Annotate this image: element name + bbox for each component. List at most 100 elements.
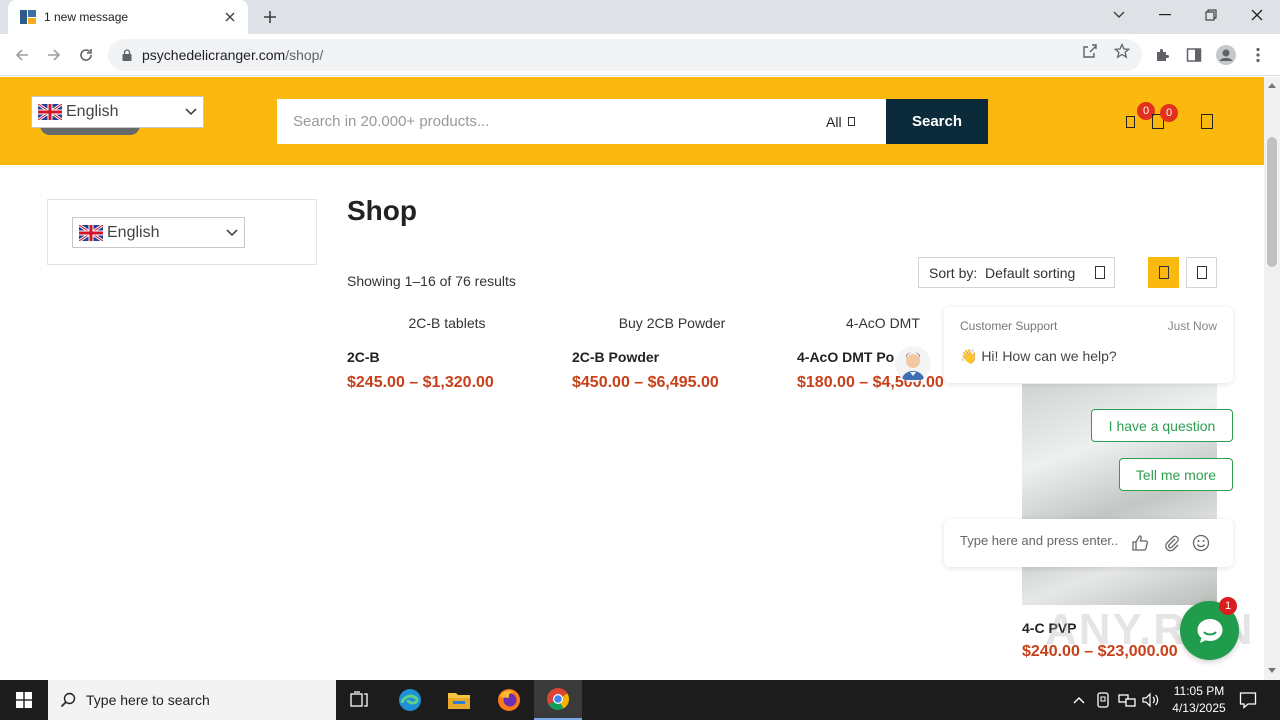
edge-browser-icon[interactable] <box>386 680 434 720</box>
product-name[interactable]: 2C-B Powder <box>572 349 772 365</box>
product-price: $180.00 – $4,500.00 <box>797 374 944 391</box>
chat-message-input[interactable] <box>960 533 1120 548</box>
chrome-menu-icon[interactable] <box>1246 43 1270 67</box>
browser-tab-strip: 1 new message <box>0 0 1280 34</box>
clock-date: 4/13/2025 <box>1172 701 1226 715</box>
chevron-down-icon <box>226 227 238 239</box>
back-arrow-icon[interactable] <box>10 43 34 67</box>
profile-avatar-icon[interactable] <box>1214 43 1238 67</box>
category-select[interactable]: All <box>826 99 886 144</box>
chat-agent-name: Customer Support <box>960 319 1058 333</box>
dropdown-arrow-icon <box>847 117 855 126</box>
address-bar[interactable]: psychedelicranger.com/shop/ <box>108 39 1142 71</box>
taskbar-clock[interactable]: 11:05 PM 4/13/2025 <box>1160 683 1238 717</box>
sidebar-widget: English <box>47 199 317 265</box>
search-button[interactable]: Search <box>886 99 988 144</box>
product-image[interactable]: 4-AcO DMT <box>797 315 967 331</box>
search-icon <box>60 692 76 708</box>
sidebar-language-label: English <box>107 223 160 241</box>
product-search-input[interactable] <box>277 99 826 144</box>
header-language-label: English <box>66 103 119 120</box>
product-card[interactable]: 4-AcO DMT 4-AcO DMT Po $180.00 – $4,500.… <box>797 315 967 392</box>
chat-bubble-icon <box>1197 618 1222 643</box>
scroll-up-arrow-icon[interactable] <box>1268 83 1276 88</box>
uk-flag-icon <box>38 104 62 120</box>
thumbs-up-icon[interactable] <box>1130 533 1150 553</box>
browser-tab-active[interactable]: 1 new message <box>8 0 248 34</box>
result-count: Showing 1–16 of 76 results <box>347 273 516 289</box>
chat-unread-badge: 1 <box>1219 597 1237 615</box>
new-tab-plus-icon[interactable] <box>258 6 282 28</box>
wishlist-heart-icon[interactable] <box>1126 116 1135 128</box>
chat-message-card: Customer Support Just Now 👋 Hi! How can … <box>944 307 1233 383</box>
notifications-icon[interactable] <box>1238 690 1258 710</box>
tab-search-chevron-icon[interactable] <box>1096 0 1142 30</box>
minimize-icon[interactable] <box>1142 0 1188 30</box>
product-search-form: All Search <box>277 99 988 144</box>
sort-label: Sort by: <box>929 264 978 281</box>
lock-icon[interactable] <box>120 48 134 62</box>
product-name[interactable]: 4-AcO DMT Po <box>797 349 967 365</box>
chrome-taskbar-icon[interactable] <box>534 680 582 720</box>
chevron-down-icon <box>185 106 197 118</box>
product-image[interactable]: Buy 2CB Powder <box>572 315 772 331</box>
chat-greeting: 👋 Hi! How can we help? <box>960 348 1117 364</box>
taskbar-search-box[interactable]: Type here to search <box>48 680 336 720</box>
taskbar-search-placeholder: Type here to search <box>86 692 210 708</box>
share-icon[interactable] <box>1081 42 1099 60</box>
tray-overflow-chevron-icon[interactable] <box>1069 690 1089 710</box>
volume-icon[interactable] <box>1141 690 1161 710</box>
clock-time: 11:05 PM <box>1173 684 1225 698</box>
header-language-select[interactable]: English <box>31 96 204 128</box>
sort-select[interactable]: Sort by: Default sorting <box>918 257 1115 288</box>
extensions-puzzle-icon[interactable] <box>1150 43 1174 67</box>
grid-view-button[interactable] <box>1148 257 1179 288</box>
uk-flag-icon <box>79 224 103 241</box>
file-explorer-icon[interactable] <box>435 680 483 720</box>
list-view-icon <box>1196 266 1207 279</box>
sort-value: Default sorting <box>985 264 1076 281</box>
page-scrollbar[interactable] <box>1264 77 1280 680</box>
product-image[interactable]: 2C-B tablets <box>347 315 547 331</box>
chat-option-question-button[interactable]: I have a question <box>1091 409 1233 442</box>
page-title: Shop <box>347 195 417 226</box>
window-close-icon[interactable] <box>1234 0 1280 30</box>
grid-view-icon <box>1158 266 1169 279</box>
tab-title: 1 new message <box>44 10 129 24</box>
chat-option-tell-more-button[interactable]: Tell me more <box>1119 458 1233 491</box>
emoji-smile-icon[interactable] <box>1191 533 1211 553</box>
account-user-icon[interactable] <box>1201 114 1213 129</box>
network-icon[interactable] <box>1117 690 1137 710</box>
product-name[interactable]: 2C-B <box>347 349 547 365</box>
url-text: psychedelicranger.com/shop/ <box>142 47 324 63</box>
windows-start-button[interactable] <box>0 680 48 720</box>
category-select-label: All <box>826 113 842 130</box>
reload-icon[interactable] <box>74 43 98 67</box>
attachment-paperclip-icon[interactable] <box>1162 533 1182 553</box>
task-view-icon[interactable] <box>336 680 384 720</box>
sidebar-language-select[interactable]: English <box>72 217 245 248</box>
chat-timestamp: Just Now <box>1167 319 1217 333</box>
list-view-button[interactable] <box>1186 257 1217 288</box>
forward-arrow-icon[interactable] <box>42 43 66 67</box>
site-header: English All Search 0 0 <box>0 77 1264 165</box>
site-favicon-icon <box>20 9 36 25</box>
side-panel-icon[interactable] <box>1182 43 1206 67</box>
tab-close-icon[interactable] <box>222 9 238 25</box>
page-viewport: English All Search 0 0 English Shop Show… <box>0 77 1264 680</box>
bookmark-star-icon[interactable] <box>1113 42 1131 60</box>
scrollbar-thumb[interactable] <box>1267 137 1277 267</box>
windows-taskbar: Type here to search 11:05 PM 4/13/2025 <box>0 680 1280 720</box>
chat-input-box <box>944 519 1233 567</box>
tray-app-icon[interactable] <box>1093 690 1113 710</box>
product-card[interactable]: Buy 2CB Powder 2C-B Powder $450.00 – $6,… <box>572 315 772 392</box>
firefox-icon[interactable] <box>485 680 533 720</box>
windows-logo-icon <box>16 692 32 708</box>
product-card[interactable]: 2C-B tablets 2C-B $245.00 – $1,320.00 <box>347 315 547 392</box>
cart-count-badge: 0 <box>1160 104 1178 122</box>
product-price: $245.00 – $1,320.00 <box>347 374 494 391</box>
restore-icon[interactable] <box>1188 0 1234 30</box>
scroll-down-arrow-icon[interactable] <box>1268 668 1276 673</box>
browser-toolbar: psychedelicranger.com/shop/ <box>0 34 1280 76</box>
dropdown-arrow-icon <box>1095 266 1105 279</box>
